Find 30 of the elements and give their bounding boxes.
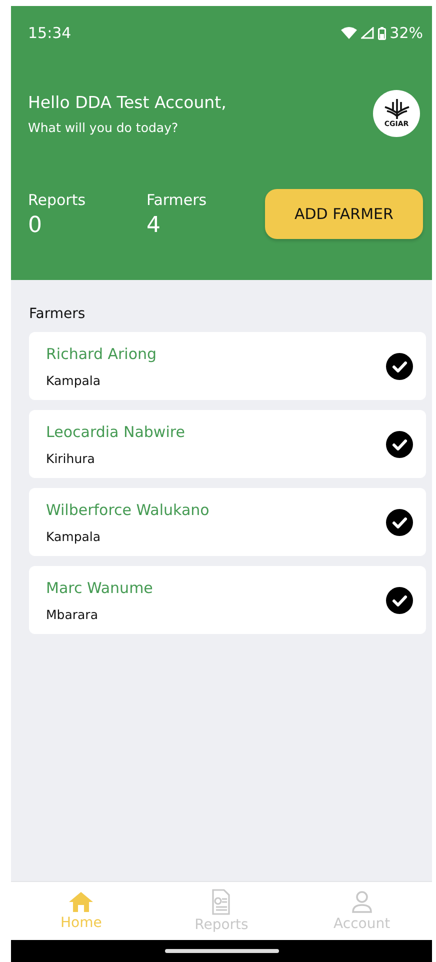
farmer-location: Mbarara <box>46 606 99 622</box>
farmer-card[interactable]: Marc Wanume Mbarara <box>29 566 426 634</box>
wifi-icon <box>340 27 357 39</box>
farmer-name: Wilberforce Walukano <box>46 500 210 518</box>
farmer-name: Richard Ariong <box>46 344 157 362</box>
stat-label: Farmers <box>146 190 208 208</box>
status-time: 15:34 <box>28 24 72 42</box>
farmer-card[interactable]: Richard Ariong Kampala <box>29 332 426 400</box>
house-icon <box>68 891 94 913</box>
home-indicator[interactable] <box>164 949 278 953</box>
farmer-location: Kirihura <box>46 450 96 466</box>
farmer-card[interactable]: Wilberforce Walukano Kampala <box>29 488 426 556</box>
document-icon <box>211 889 232 915</box>
stat-value: 0 <box>28 212 43 238</box>
greeting: Hello DDA Test Account, <box>28 92 226 112</box>
farmer-card[interactable]: Leocardia Nabwire Kirihura <box>29 410 426 478</box>
farmer-name: Leocardia Nabwire <box>46 422 185 440</box>
farmer-name: Marc Wanume <box>46 578 153 596</box>
stat-value: 4 <box>146 212 162 238</box>
farmer-location: Kampala <box>46 372 102 388</box>
section-title: Farmers <box>29 306 86 322</box>
greeting-subtitle: What will you do today? <box>28 120 180 134</box>
farmer-location: Kampala <box>46 528 102 544</box>
battery-icon <box>378 26 386 40</box>
battery-level: 32% <box>390 24 423 42</box>
person-icon <box>350 890 373 914</box>
wheat-icon <box>384 99 410 119</box>
stat-label: Reports <box>28 190 87 208</box>
signal-icon <box>360 27 374 39</box>
add-farmer-button[interactable]: ADD FARMER <box>264 189 423 239</box>
